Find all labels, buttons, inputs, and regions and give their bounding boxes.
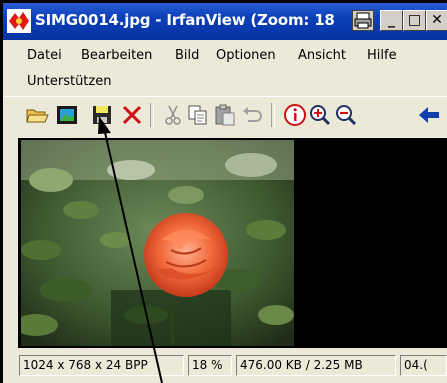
window-title: SIMG0014.jpg - IrfanView (Zoom: 18 (35, 11, 335, 29)
save-icon[interactable] (90, 103, 114, 127)
status-extra: 04.( (400, 355, 447, 376)
screen-frame: SIMG0014.jpg - IrfanView (Zoom: 18 _ □ ✕… (0, 0, 447, 383)
status-zoom: 18 % (188, 355, 232, 376)
close-icon: ✕ (431, 12, 443, 28)
status-dimensions: 1024 x 768 x 24 BPP (19, 355, 184, 376)
toolbar-separator (271, 103, 275, 127)
menu-unterstuetzen[interactable]: Unterstützen (27, 74, 111, 89)
image-canvas[interactable] (18, 138, 447, 348)
menu-ansicht[interactable]: Ansicht (298, 48, 346, 63)
irfanview-window: SIMG0014.jpg - IrfanView (Zoom: 18 _ □ ✕… (3, 3, 447, 383)
toolbar-separator (150, 103, 154, 127)
copy-icon[interactable] (186, 103, 210, 127)
open-folder-icon[interactable] (25, 103, 49, 127)
close-button[interactable]: ✕ (426, 10, 447, 31)
menu-bild[interactable]: Bild (175, 48, 199, 63)
menu-bar: Datei Bearbeiten Bild Optionen Ansicht H… (3, 40, 447, 96)
cut-icon[interactable] (161, 103, 185, 127)
zoom-out-icon[interactable] (334, 103, 358, 127)
zoom-in-icon[interactable] (308, 103, 332, 127)
previous-arrow-icon[interactable] (417, 103, 441, 127)
undo-icon[interactable] (240, 103, 264, 127)
toolbar (3, 96, 447, 133)
paste-icon[interactable] (213, 103, 237, 127)
title-bar[interactable]: SIMG0014.jpg - IrfanView (Zoom: 18 _ □ ✕ (3, 3, 447, 40)
menu-optionen[interactable]: Optionen (216, 48, 276, 63)
menu-bearbeiten[interactable]: Bearbeiten (81, 48, 152, 63)
maximize-button[interactable]: □ (403, 10, 426, 31)
slideshow-icon[interactable] (55, 103, 79, 127)
delete-icon[interactable] (120, 103, 144, 127)
rose-photo (21, 140, 294, 346)
minimize-button[interactable]: _ (380, 10, 403, 31)
status-bar: 1024 x 768 x 24 BPP 18 % 476.00 KB / 2.2… (3, 350, 447, 383)
menu-hilfe[interactable]: Hilfe (367, 48, 397, 63)
irfanview-app-icon[interactable] (7, 9, 31, 33)
status-file-size: 476.00 KB / 2.25 MB (236, 355, 396, 376)
info-icon[interactable] (283, 103, 307, 127)
menu-datei[interactable]: Datei (27, 48, 62, 63)
print-icon[interactable] (352, 10, 374, 31)
